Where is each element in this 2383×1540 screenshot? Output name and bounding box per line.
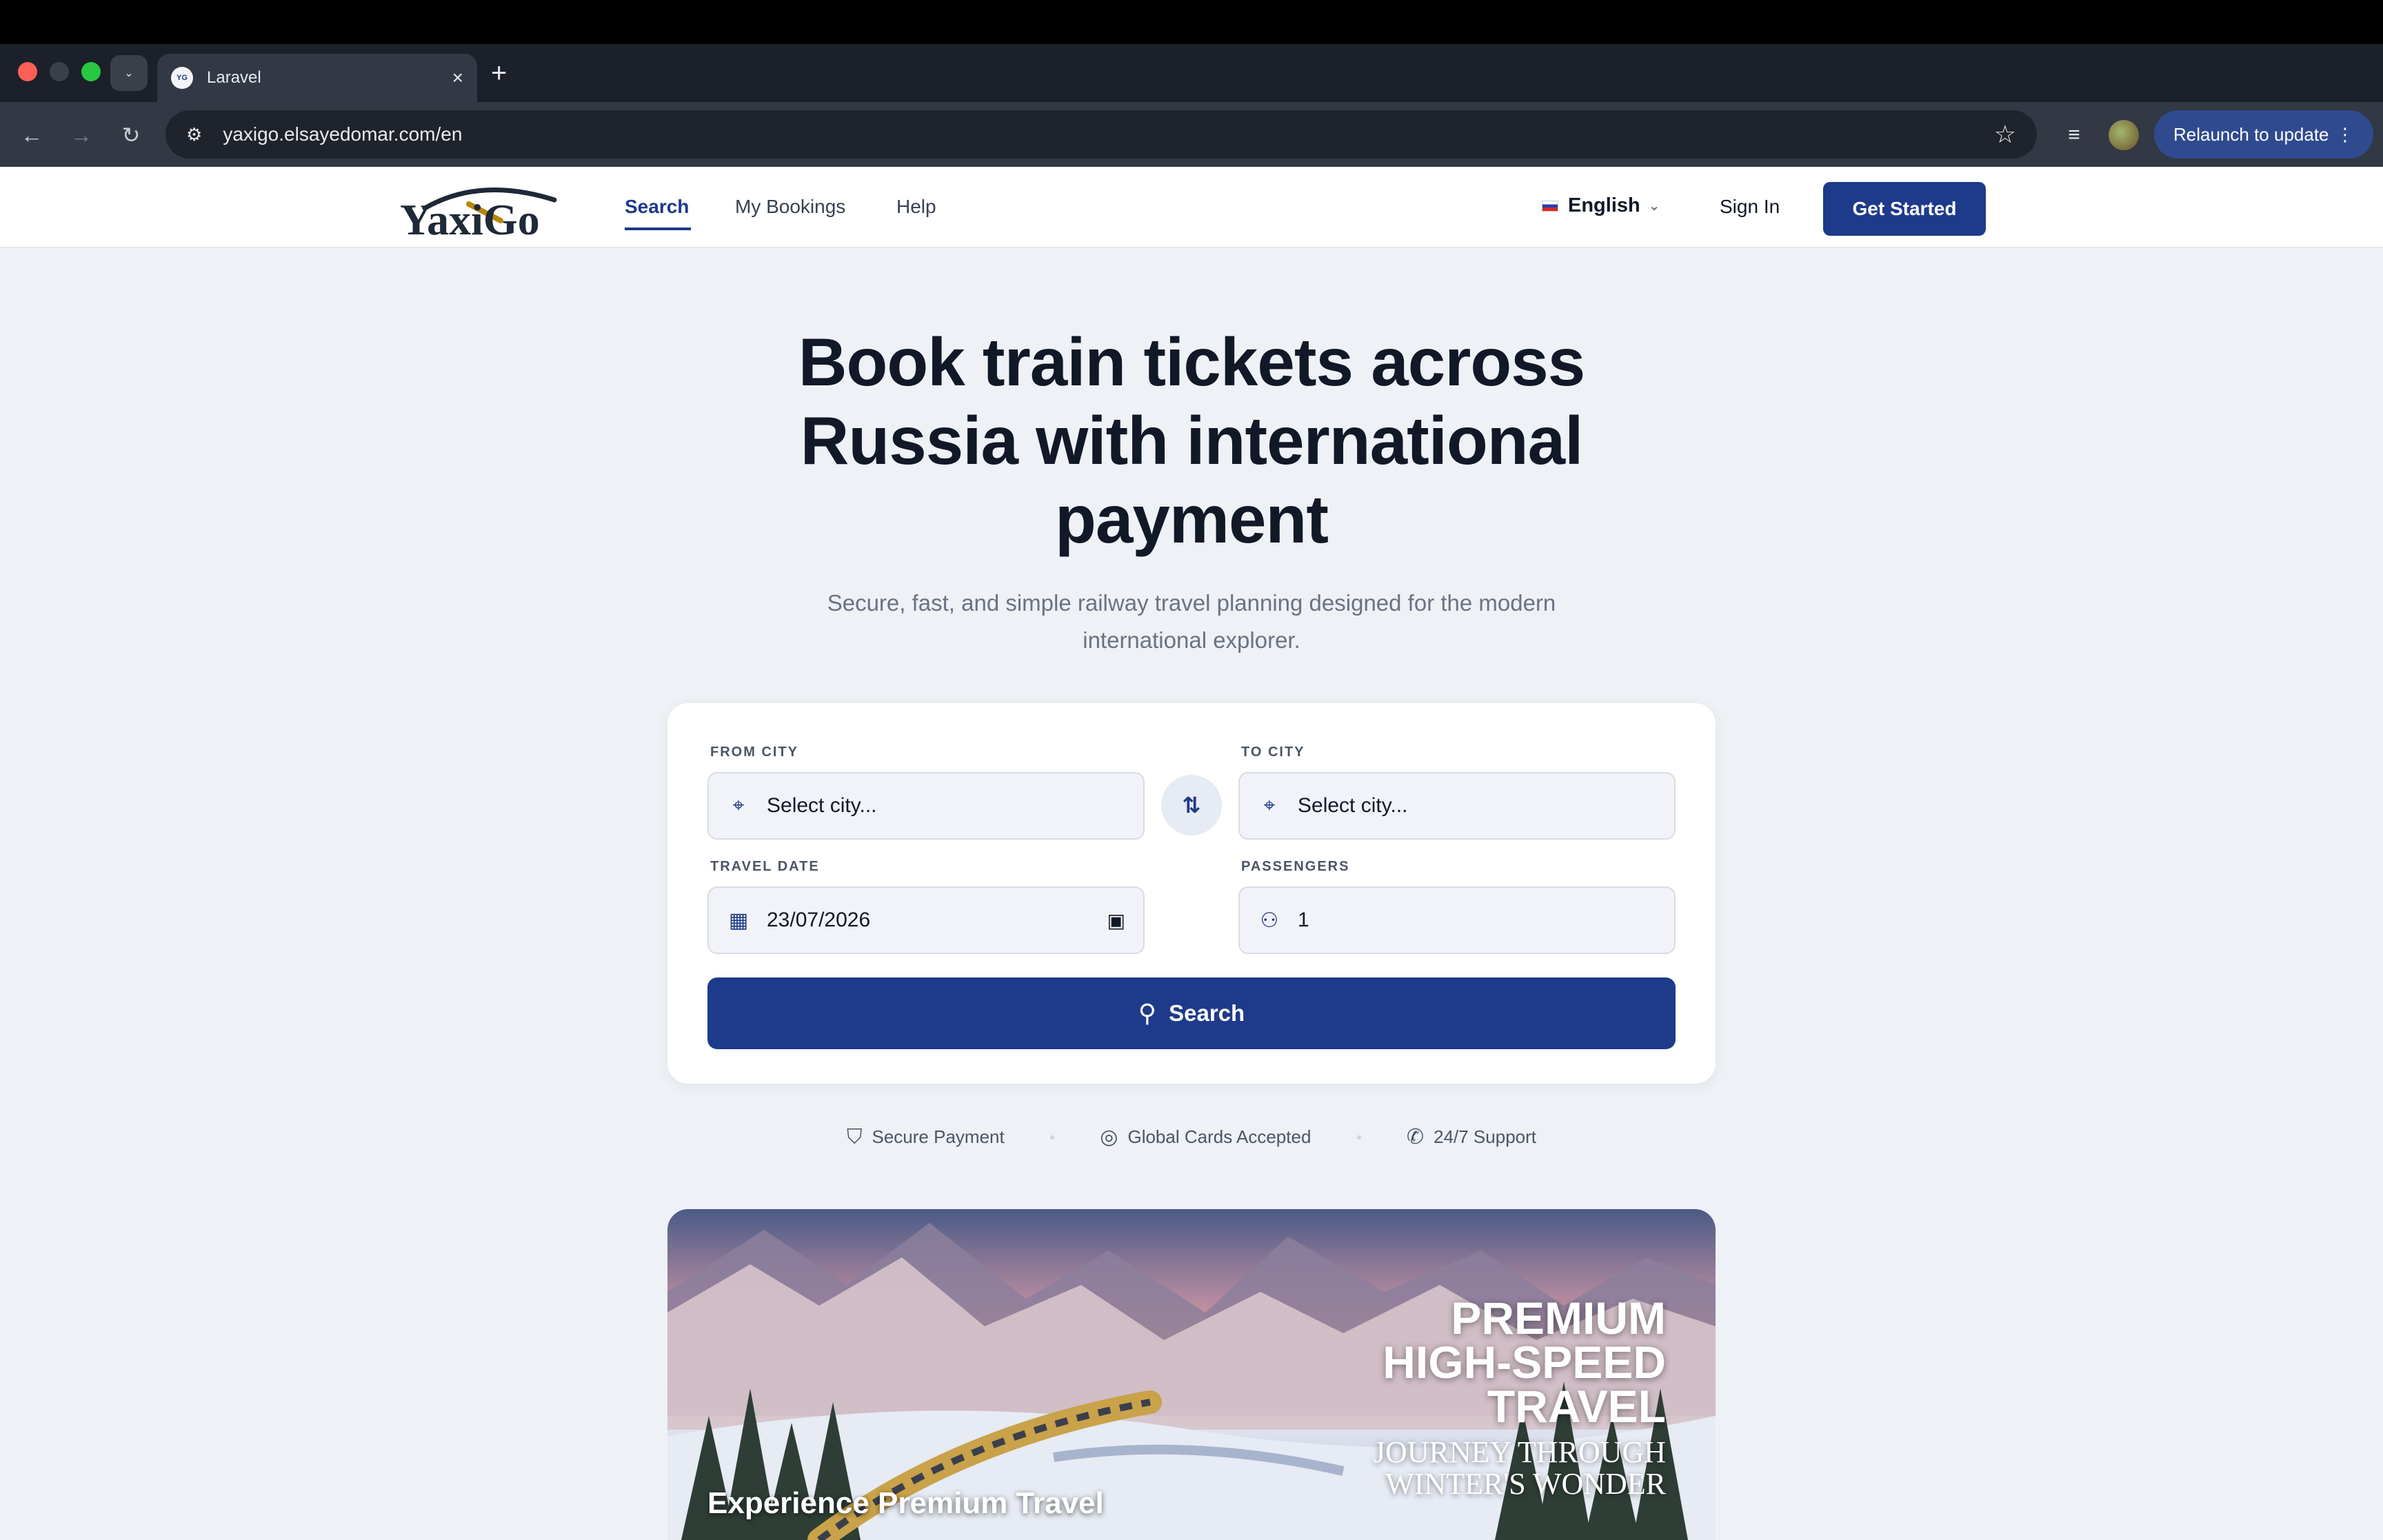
reload-icon: ↻ bbox=[121, 123, 141, 148]
nav-help[interactable]: Help bbox=[896, 196, 936, 218]
passengers-value: 1 bbox=[1298, 909, 1309, 931]
to-city-label: TO CITY bbox=[1241, 744, 1305, 760]
get-started-button[interactable]: Get Started bbox=[1823, 182, 1986, 236]
tab-title: Laravel bbox=[207, 68, 261, 87]
passengers-label: PASSENGERS bbox=[1241, 859, 1350, 874]
relaunch-label: Relaunch to update bbox=[2173, 123, 2329, 145]
reload-button[interactable]: ↻ bbox=[114, 119, 148, 152]
feature-secure-payment: ⛉ Secure Payment bbox=[847, 1126, 1005, 1149]
search-button-label: Search bbox=[1169, 1000, 1245, 1026]
new-tab-button[interactable]: + bbox=[491, 59, 507, 87]
maximize-window-button[interactable] bbox=[81, 62, 101, 81]
sign-in-link[interactable]: Sign In bbox=[1720, 196, 1780, 218]
more-vertical-icon: ⋮ bbox=[2336, 123, 2354, 145]
map-pin-icon: ⌖ bbox=[732, 794, 745, 817]
swap-cities-button[interactable]: ⇅ bbox=[1161, 775, 1222, 835]
banner-subtitle: JOURNEY THROUGH WINTER'S WONDER bbox=[1374, 1437, 1666, 1500]
banner-caption: Experience Premium Travel bbox=[707, 1486, 1104, 1520]
hero-subtitle: Secure, fast, and simple railway travel … bbox=[827, 590, 1556, 653]
promo-banner: PREMIUM HIGH-SPEED TRAVEL JOURNEY THROUG… bbox=[667, 1209, 1716, 1540]
bookmark-star-icon[interactable]: ☆ bbox=[1994, 120, 2016, 149]
relaunch-button[interactable]: Relaunch to update ⋮ bbox=[2154, 110, 2373, 159]
chevron-down-icon: ⌄ bbox=[1648, 199, 1660, 214]
nav-active-indicator bbox=[625, 227, 691, 230]
hero-title: Book train tickets across Russia with in… bbox=[798, 324, 1586, 557]
travel-date-input[interactable]: ▦ 23/07/2026 ▣ bbox=[707, 886, 1145, 954]
search-icon: ⚲ bbox=[1138, 999, 1157, 1027]
feature-label: Secure Payment bbox=[872, 1126, 1005, 1147]
from-city-label: FROM CITY bbox=[710, 744, 798, 760]
minimize-window-button[interactable] bbox=[50, 62, 69, 81]
media-control-icon[interactable]: ≡ bbox=[2058, 119, 2091, 152]
banner-title-line: HIGH-SPEED bbox=[1382, 1337, 1666, 1388]
to-city-placeholder: Select city... bbox=[1298, 794, 1408, 817]
banner-subtitle-line: JOURNEY THROUGH bbox=[1373, 1435, 1666, 1469]
travel-date-label: TRAVEL DATE bbox=[710, 859, 820, 874]
feature-label: Global Cards Accepted bbox=[1127, 1126, 1311, 1147]
url-text: yaxigo.elsayedomar.com/en bbox=[223, 123, 463, 145]
logo-text: YaxiGo bbox=[400, 195, 540, 239]
feature-global-cards: ◎ Global Cards Accepted bbox=[1100, 1125, 1311, 1149]
forward-button[interactable]: → bbox=[65, 119, 98, 152]
language-label: English bbox=[1568, 194, 1640, 216]
close-icon[interactable]: × bbox=[452, 67, 463, 89]
search-button[interactable]: ⚲ Search bbox=[707, 977, 1676, 1049]
calendar-icon: ▦ bbox=[728, 909, 749, 932]
banner-title: PREMIUM HIGH-SPEED TRAVEL bbox=[1382, 1293, 1666, 1432]
arrow-right-icon: → bbox=[70, 122, 92, 148]
banner-title-line: TRAVEL bbox=[1487, 1381, 1666, 1432]
site-header: YaxiGo Search My Bookings Help English ⌄… bbox=[0, 167, 2383, 248]
nav-search[interactable]: Search bbox=[625, 196, 689, 218]
nav-my-bookings[interactable]: My Bookings bbox=[735, 196, 845, 218]
trust-features: ⛉ Secure Payment ◎ Global Cards Accepted… bbox=[847, 1125, 1536, 1149]
back-button[interactable]: ← bbox=[15, 119, 48, 152]
chevron-down-icon: ⌄ bbox=[124, 68, 134, 79]
shield-icon: ⛉ bbox=[847, 1125, 863, 1148]
globe-icon: ◎ bbox=[1100, 1126, 1118, 1148]
address-bar[interactable]: ⚙ yaxigo.elsayedomar.com/en ☆ bbox=[165, 110, 2037, 159]
banner-title-line: PREMIUM bbox=[1451, 1293, 1666, 1344]
separator-dot bbox=[1356, 1135, 1361, 1139]
feature-support: ✆ 24/7 Support bbox=[1407, 1125, 1536, 1149]
separator-dot bbox=[1050, 1135, 1054, 1139]
passengers-input[interactable]: ⚇ 1 bbox=[1238, 886, 1676, 954]
from-city-placeholder: Select city... bbox=[767, 794, 877, 817]
map-pin-icon: ⌖ bbox=[1263, 794, 1276, 817]
uk-flag-icon bbox=[1542, 200, 1558, 212]
screen-top-bar bbox=[0, 0, 2383, 44]
search-card: FROM CITY ⌖ Select city... ⇅ TO CITY ⌖ S… bbox=[667, 703, 1716, 1084]
browser-tab[interactable]: YG Laravel × bbox=[157, 54, 477, 102]
browser-chrome: ⌄ YG Laravel × + ← → ↻ ⚙ yaxigo.elsayedo… bbox=[0, 44, 2383, 167]
tab-search-button[interactable]: ⌄ bbox=[110, 55, 148, 91]
date-picker-icon[interactable]: ▣ bbox=[1107, 909, 1125, 932]
profile-avatar[interactable] bbox=[2109, 120, 2139, 150]
to-city-input[interactable]: ⌖ Select city... bbox=[1238, 772, 1676, 840]
site-info-icon[interactable]: ⚙ bbox=[186, 124, 202, 145]
tab-strip: ⌄ YG Laravel × + bbox=[0, 44, 2383, 102]
browser-toolbar: ← → ↻ ⚙ yaxigo.elsayedomar.com/en ☆ ≡ Re… bbox=[0, 102, 2383, 167]
swap-arrows-icon: ⇅ bbox=[1182, 793, 1201, 818]
feature-label: 24/7 Support bbox=[1434, 1126, 1536, 1147]
users-icon: ⚇ bbox=[1260, 909, 1279, 932]
arrow-left-icon: ← bbox=[21, 122, 43, 148]
tab-favicon: YG bbox=[171, 67, 193, 89]
yaxigo-logo[interactable]: YaxiGo bbox=[397, 181, 563, 239]
phone-icon: ✆ bbox=[1406, 1126, 1425, 1148]
travel-date-value: 23/07/2026 bbox=[767, 909, 871, 931]
banner-subtitle-line: WINTER'S WONDER bbox=[1385, 1467, 1666, 1501]
language-selector[interactable]: English ⌄ bbox=[1542, 194, 1660, 217]
from-city-input[interactable]: ⌖ Select city... bbox=[707, 772, 1145, 840]
close-window-button[interactable] bbox=[18, 62, 37, 81]
